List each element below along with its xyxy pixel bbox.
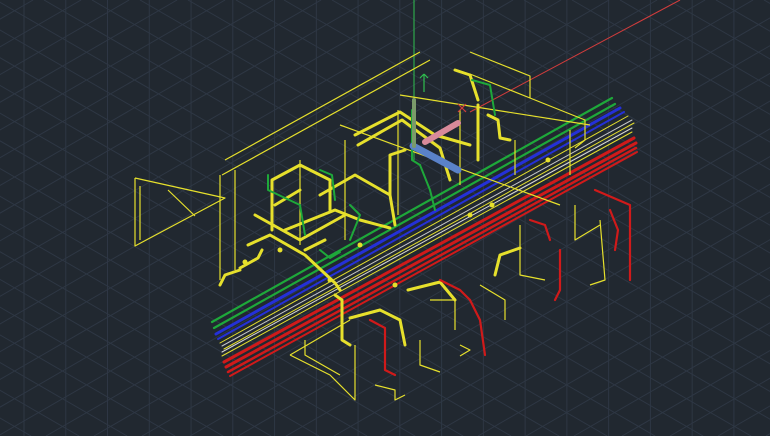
valve[interactable] [327, 277, 333, 283]
model-space-viewport[interactable] [0, 0, 770, 436]
valve[interactable] [489, 202, 495, 208]
valve[interactable] [467, 212, 473, 218]
valve[interactable] [277, 247, 283, 253]
valve[interactable] [392, 282, 398, 288]
valve[interactable] [357, 242, 363, 248]
valve[interactable] [545, 157, 551, 163]
valve[interactable] [242, 259, 248, 265]
